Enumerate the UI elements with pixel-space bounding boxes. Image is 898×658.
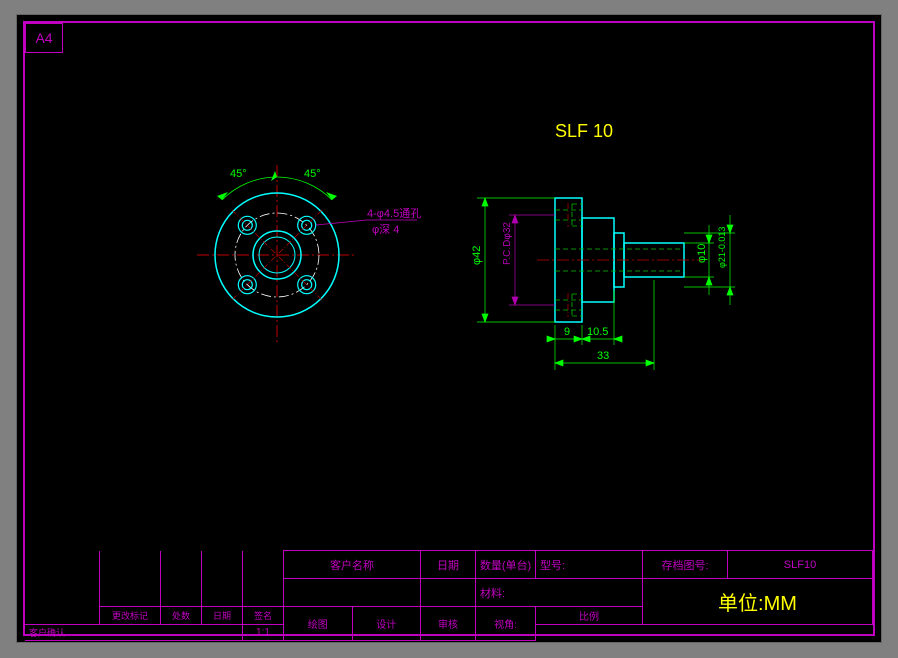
dim-flange: 9 xyxy=(564,326,570,338)
paper-size-box: A4 xyxy=(25,23,63,53)
lbl-view: 视角: xyxy=(476,607,536,641)
unit-label: 单位:MM xyxy=(718,593,797,615)
side-view: φ42 P.C.Dφ32 φ10 xyxy=(437,155,757,405)
scale-value: 1:1 xyxy=(243,625,284,641)
dim-bore: φ21-0.013 xyxy=(717,227,727,268)
hole-callout-1: 4-φ4.5通孔 xyxy=(367,207,421,220)
archive-value: SLF10 xyxy=(728,551,873,579)
lbl-scale: 比例 xyxy=(536,607,643,625)
hole-callout-2: φ深 4 xyxy=(372,223,399,236)
row-confirm: 客户确认 xyxy=(25,625,243,641)
dim-od: φ42 xyxy=(471,246,483,265)
viewport: A4 SLF 10 xyxy=(0,0,898,658)
col-date2: 日期 xyxy=(202,607,243,625)
dim-length: 33 xyxy=(597,350,609,362)
dim-step: 10.5 xyxy=(587,326,608,338)
lbl-model: 型号: xyxy=(536,551,643,579)
lbl-customer: 客户名称 xyxy=(284,551,421,579)
angle-dim-1: 45° xyxy=(230,168,247,180)
lbl-design: 设计 xyxy=(352,607,421,641)
lbl-draw: 绘图 xyxy=(284,607,353,641)
dim-shaft: φ10 xyxy=(696,244,708,263)
lbl-archive: 存档图号: xyxy=(643,551,728,579)
col-place: 处数 xyxy=(161,607,202,625)
lbl-material: 材料: xyxy=(476,579,643,607)
col-sign: 签名 xyxy=(243,607,284,625)
angle-dim-2: 45° xyxy=(304,168,321,180)
lbl-qty: 数量(单台) xyxy=(476,551,536,579)
part-title: SLF 10 xyxy=(555,121,613,142)
col-revmark: 更改标记 xyxy=(100,607,161,625)
front-view: 45° 45° 4-φ4.5通孔 φ深 4 xyxy=(162,145,422,375)
dim-pcd: P.C.Dφ32 xyxy=(502,222,513,265)
lbl-check: 审核 xyxy=(421,607,476,641)
lbl-date: 日期 xyxy=(421,551,476,579)
title-block: 客户名称 日期 数量(单台) 型号: 存档图号: SLF10 材料: 单位:MM… xyxy=(25,550,873,634)
cad-canvas[interactable]: A4 SLF 10 xyxy=(16,14,882,643)
